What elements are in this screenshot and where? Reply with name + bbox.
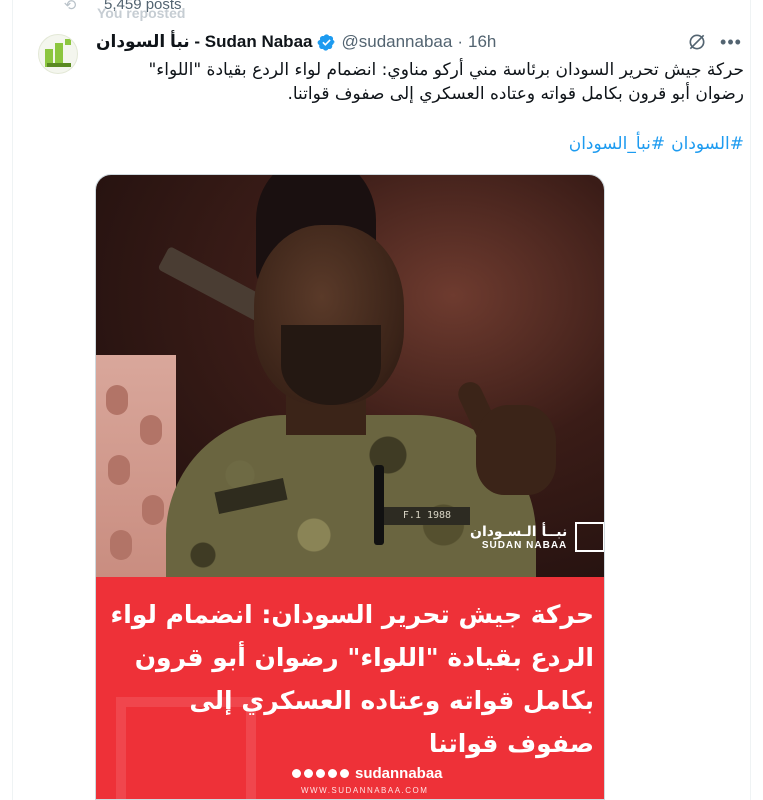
uniform-tag: F.1 1988 <box>384 507 470 525</box>
repost-icon: ⟲ <box>63 0 77 14</box>
social-icons <box>292 769 349 778</box>
hashtag-link[interactable]: #السودان <box>671 134 744 154</box>
headline-panel: حركة جيش تحرير السودان: انضمام لواء الرد… <box>96 577 604 799</box>
avatar[interactable] <box>38 34 78 74</box>
tweet-media-image[interactable]: F.1 1988 نبــأ الـسـودان SUDAN NABAA حرك… <box>95 174 605 800</box>
tweet-header: نبأ السودان - Sudan Nabaa @sudannabaa · … <box>96 31 496 53</box>
lattice-wall <box>96 355 176 577</box>
timestamp[interactable]: 16h <box>468 32 496 52</box>
tweet-text: حركة جيش تحرير السودان برئاسة مني أركو م… <box>148 60 744 104</box>
social-footer: sudannabaa <box>292 765 443 782</box>
verified-badge-icon <box>318 33 336 51</box>
website-url: WWW.SUDANNABAA.COM <box>301 786 429 795</box>
column-divider-right <box>750 0 751 800</box>
watermark-arabic: نبــأ الـسـودان <box>470 523 568 540</box>
more-icon[interactable]: ••• <box>720 31 742 53</box>
reposted-label[interactable]: You reposted <box>97 5 185 21</box>
separator-dot: · <box>457 32 464 51</box>
watermark-english: SUDAN NABAA <box>481 539 568 551</box>
grok-icon[interactable] <box>687 32 707 52</box>
beard-shape <box>281 325 381 405</box>
hashtag-link[interactable]: #نبأ_السودان <box>569 134 665 154</box>
social-handle: sudannabaa <box>355 765 443 782</box>
display-name[interactable]: نبأ السودان - Sudan Nabaa <box>96 32 312 52</box>
watermark-logo-icon <box>575 522 604 552</box>
repost-indicator: ⟲ <box>60 0 80 16</box>
column-divider-left <box>12 0 13 800</box>
pen-shape <box>374 465 384 545</box>
photo: F.1 1988 نبــأ الـسـودان SUDAN NABAA <box>96 175 604 577</box>
user-handle[interactable]: @sudannabaa <box>341 32 452 52</box>
sudan-nabaa-logo-icon <box>43 39 73 69</box>
hashtag-list: #السودان #نبأ_السودان <box>96 132 744 156</box>
image-watermark: نبــأ الـسـودان SUDAN NABAA <box>470 522 604 552</box>
image-headline: حركة جيش تحرير السودان: انضمام لواء الرد… <box>110 600 594 758</box>
hand-shape <box>476 405 556 495</box>
